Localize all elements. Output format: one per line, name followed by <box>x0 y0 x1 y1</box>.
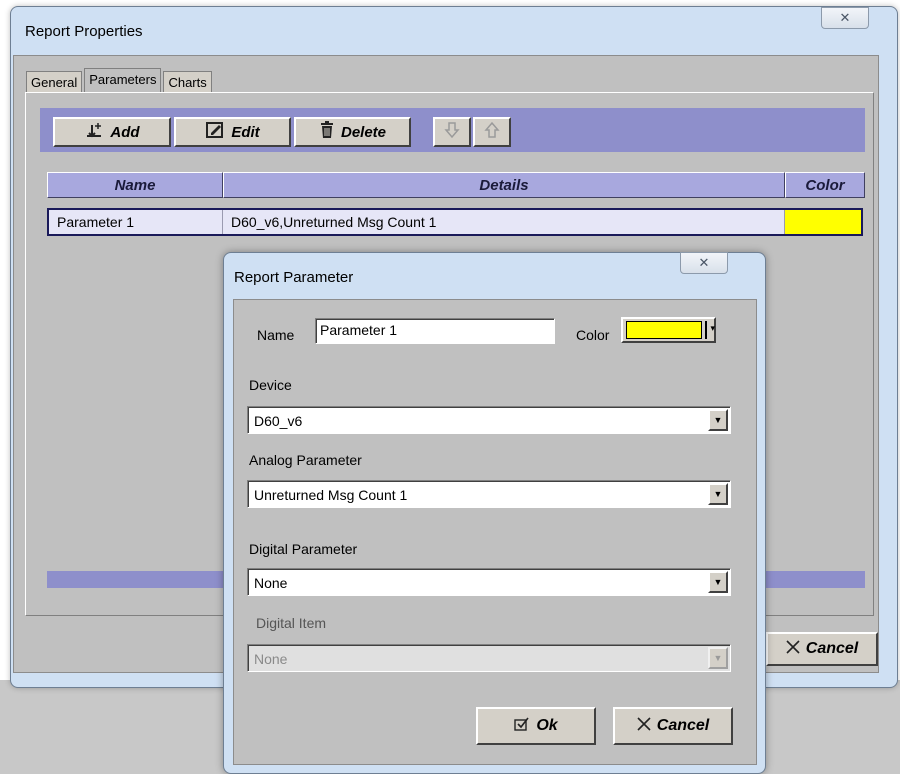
column-header-color[interactable]: Color <box>785 172 865 198</box>
row-color-swatch <box>785 210 861 234</box>
dialog-cancel-label: Cancel <box>656 717 710 734</box>
chevron-down-icon: ▼ <box>708 571 728 593</box>
digital-item-label: Digital Item <box>256 615 327 631</box>
tab-general[interactable]: General <box>26 71 83 93</box>
tab-strip: General Parameters Charts <box>26 67 214 94</box>
arrow-up-icon <box>484 121 500 143</box>
edit-button-label: Edit <box>231 123 260 141</box>
cancel-x-icon <box>637 716 651 736</box>
analog-parameter-value: Unreturned Msg Count 1 <box>254 487 408 503</box>
digital-parameter-select[interactable]: None ▼ <box>247 568 731 596</box>
add-button-label: Add <box>110 123 140 141</box>
dropdown-arrow-icon: ▾ <box>705 321 715 339</box>
arrow-down-icon <box>444 121 460 143</box>
move-up-button[interactable] <box>473 117 511 147</box>
cancel-button-label: Cancel <box>805 640 859 657</box>
checkmark-icon <box>514 717 530 736</box>
dialog-title: Report Parameter <box>234 269 354 286</box>
digital-item-select[interactable]: None ▼ <box>247 644 731 672</box>
ok-button-label: Ok <box>536 717 558 734</box>
column-header-name[interactable]: Name <box>47 172 223 198</box>
delete-button-label: Delete <box>340 123 387 141</box>
color-swatch <box>626 321 702 339</box>
close-icon: ✕ <box>839 10 851 25</box>
parameters-toolbar: Add Edit Delete <box>40 108 865 152</box>
window-close-button[interactable]: ✕ <box>821 7 869 29</box>
name-field[interactable]: Parameter 1 <box>315 318 555 344</box>
move-down-button[interactable] <box>433 117 471 147</box>
add-parameter-icon <box>84 121 104 143</box>
table-row[interactable]: Parameter 1 D60_v6,Unreturned Msg Count … <box>47 208 863 236</box>
device-select[interactable]: D60_v6 ▼ <box>247 406 731 434</box>
tab-charts[interactable]: Charts <box>163 71 212 93</box>
trash-icon <box>319 121 335 143</box>
digital-parameter-label: Digital Parameter <box>249 541 358 557</box>
ok-button[interactable]: Ok <box>476 707 596 745</box>
parameters-grid-header: Name Details Color <box>47 172 865 198</box>
cancel-x-icon <box>786 639 800 659</box>
cancel-button[interactable]: Cancel <box>766 632 878 666</box>
device-label: Device <box>249 377 292 393</box>
chevron-down-icon: ▼ <box>708 409 728 431</box>
analog-parameter-label: Analog Parameter <box>249 452 362 468</box>
dialog-close-button[interactable]: ✕ <box>680 252 728 274</box>
device-select-value: D60_v6 <box>254 413 303 429</box>
chevron-down-icon: ▼ <box>708 647 728 669</box>
row-name-cell: Parameter 1 <box>49 210 223 234</box>
color-label: Color <box>576 327 610 343</box>
column-header-details[interactable]: Details <box>223 172 785 198</box>
edit-button[interactable]: Edit <box>174 117 291 147</box>
edit-icon <box>205 121 225 143</box>
row-details-cell: D60_v6,Unreturned Msg Count 1 <box>223 210 785 234</box>
dialog-cancel-button[interactable]: Cancel <box>613 707 733 745</box>
digital-parameter-value: None <box>254 575 288 591</box>
name-label: Name <box>257 327 295 343</box>
analog-parameter-select[interactable]: Unreturned Msg Count 1 ▼ <box>247 480 731 508</box>
add-button[interactable]: Add <box>53 117 171 147</box>
delete-button[interactable]: Delete <box>294 117 411 147</box>
digital-item-value: None <box>254 651 288 667</box>
close-icon: ✕ <box>698 255 710 270</box>
window-title: Report Properties <box>25 23 143 40</box>
chevron-down-icon: ▼ <box>708 483 728 505</box>
tab-parameters[interactable]: Parameters <box>84 68 162 94</box>
color-picker[interactable]: ▾ <box>621 317 716 343</box>
dialog-client-area <box>233 299 757 765</box>
